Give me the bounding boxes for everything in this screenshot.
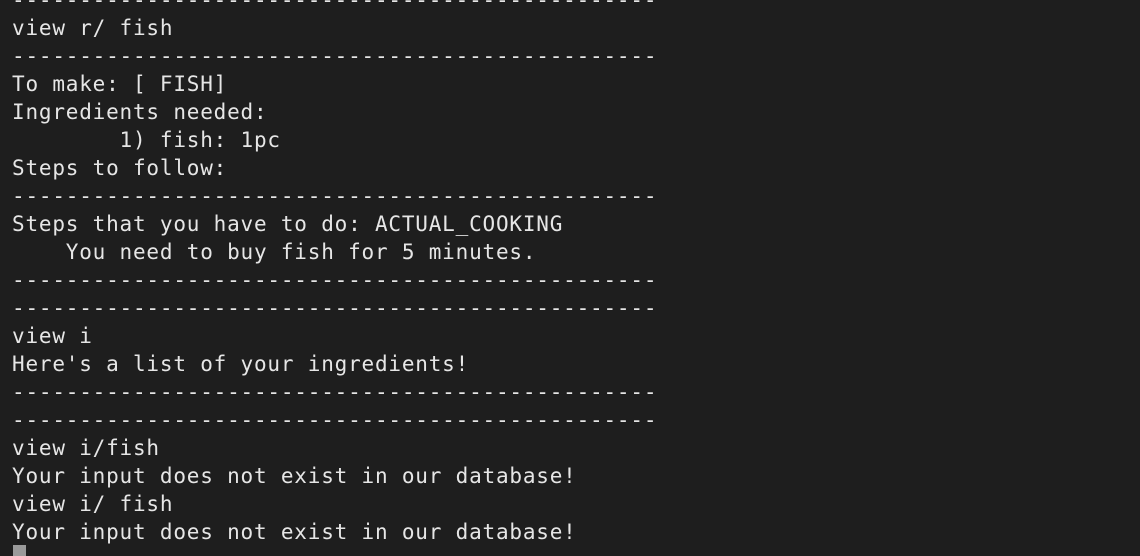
terminal-output: ----------------------------------------…: [12, 0, 657, 546]
output-line: 1) fish: 1pc: [12, 128, 281, 152]
command-line: view i: [12, 324, 93, 348]
output-line: To make: [ FISH]: [12, 72, 228, 96]
text-cursor[interactable]: [13, 545, 26, 556]
separator-line: ----------------------------------------…: [12, 380, 658, 404]
separator-line: ----------------------------------------…: [12, 296, 658, 320]
separator-line: ----------------------------------------…: [12, 0, 658, 12]
output-line: Your input does not exist in our databas…: [12, 464, 577, 488]
separator-line: ----------------------------------------…: [12, 268, 658, 292]
separator-line: ----------------------------------------…: [12, 44, 658, 68]
terminal-window[interactable]: ----------------------------------------…: [0, 0, 1140, 556]
separator-line: ----------------------------------------…: [12, 184, 658, 208]
command-line: view i/ fish: [12, 492, 174, 516]
output-line: Ingredients needed:: [12, 100, 268, 124]
output-line: Steps to follow:: [12, 156, 228, 180]
output-line: Your input does not exist in our databas…: [12, 520, 577, 544]
output-line: Steps that you have to do: ACTUAL_COOKIN…: [12, 212, 564, 236]
output-line: Here's a list of your ingredients!: [12, 352, 470, 376]
command-line: view i/fish: [12, 436, 160, 460]
command-line: view r/ fish: [12, 16, 174, 40]
separator-line: ----------------------------------------…: [12, 408, 658, 432]
output-line: You need to buy fish for 5 minutes.: [12, 240, 537, 264]
